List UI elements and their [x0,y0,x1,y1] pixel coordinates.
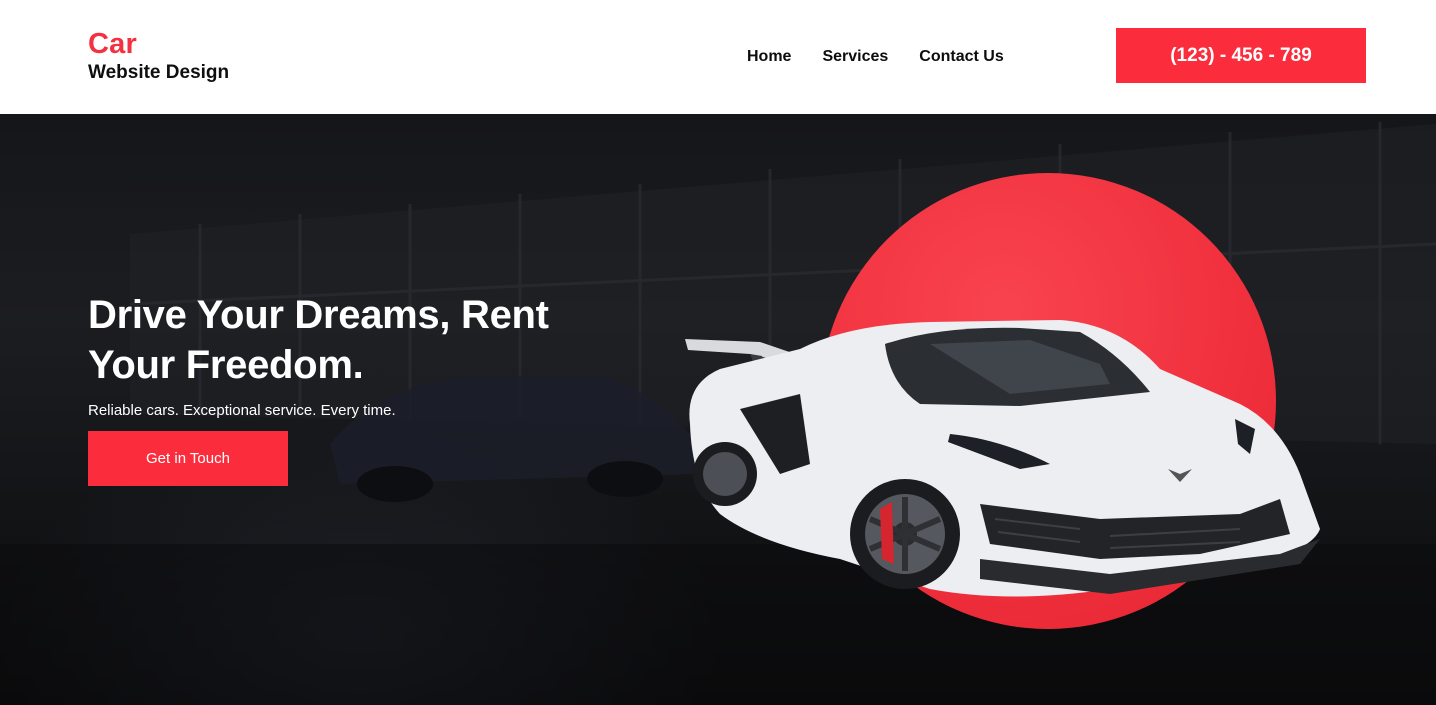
get-in-touch-button[interactable]: Get in Touch [88,431,288,486]
logo-tagline: Website Design [88,62,230,83]
sports-car-image [685,320,1320,597]
hero-subtitle: Reliable cars. Exceptional service. Ever… [88,402,396,419]
main-nav: Home Services Contact Us [747,48,1004,66]
hero-title: Drive Your Dreams, Rent Your Freedom. [88,293,549,387]
site-header: Car Website Design Home Services Contact… [0,0,1436,114]
nav-contact-link[interactable]: Contact Us [919,48,1003,66]
hero-section: Drive Your Dreams, Rent Your Freedom. Re… [0,114,1436,705]
nav-home-link[interactable]: Home [747,48,791,66]
phone-button[interactable]: (123) - 456 - 789 [1116,28,1366,83]
logo[interactable]: Car Website Design [88,28,230,83]
logo-brand-name: Car [88,28,137,60]
nav-services-link[interactable]: Services [822,48,888,66]
